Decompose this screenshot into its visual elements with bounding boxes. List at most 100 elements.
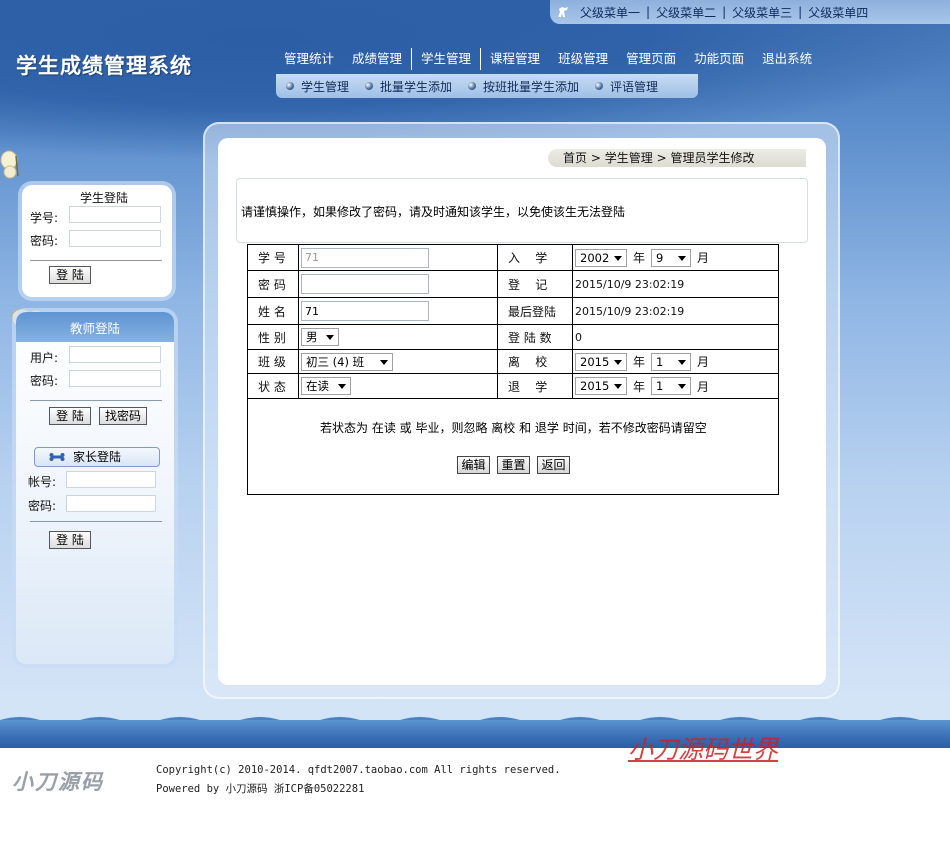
notice-box: 请谨慎操作，如果修改了密码，请及时通知该学生，以免使该生无法登陆 [236,178,808,243]
edit-button[interactable]: 编辑 [457,456,490,474]
name-label: 姓 名 [248,298,299,325]
student-login-title: 学生登陆 [80,191,129,205]
breadcrumb-current: 管理员学生修改 [670,151,755,165]
student-login-button[interactable]: 登 陆 [49,266,91,284]
student-id-cell: 71 [299,245,498,271]
nav-students[interactable]: 学生管理 [411,48,482,70]
student-login-box: 学生登陆 学号: 密码: 登 陆 [22,185,172,297]
name-cell: 71 [299,298,498,325]
student-password-label: 密码: [30,234,59,248]
top-menu-item-2[interactable]: 父级菜单二 [650,4,722,21]
student-password-input[interactable] [69,230,161,247]
footer-logo: 小刀源码 [12,769,104,794]
bone-icon [49,453,65,461]
status-select[interactable]: 在读 [301,377,351,395]
breadcrumb-separator: > [590,151,601,165]
parent-login-title: 家长登陆 [73,450,122,464]
enroll-year-value: 2002 [580,250,610,265]
parent-account-input[interactable] [66,471,156,488]
gender-select[interactable]: 男 [301,328,339,346]
subnav-label: 学生管理 [301,79,350,94]
chevron-down-icon [678,359,687,365]
subnav-class-batch-add[interactable]: 按班批量学生添加 [468,78,579,95]
year-unit: 年 [633,251,646,265]
name-field[interactable]: 71 [301,301,429,321]
nav-classes[interactable]: 班级管理 [549,48,617,70]
parent-password-input[interactable] [66,495,156,512]
teacher-user-input[interactable] [69,346,161,363]
last-login-label: 最后登陆 [498,298,573,325]
parent-login-tab[interactable]: 家长登陆 [34,447,160,467]
butterfly-icon [0,150,19,179]
drop-month-select[interactable]: 1 [651,377,692,395]
chevron-down-icon [380,359,388,365]
footer-copyright: Copyright(c) 2010-2014. qfdt2007.taobao.… [156,764,561,776]
chevron-down-icon [614,384,622,389]
month-unit: 月 [697,355,710,369]
month-unit: 月 [697,251,710,265]
site-title: 学生成绩管理系统 [16,54,192,78]
top-menu-item-1[interactable]: 父级菜单一 [574,4,646,21]
bullet-icon [365,82,374,90]
find-password-button[interactable]: 找密码 [99,407,147,425]
breadcrumb-separator: > [656,151,667,165]
chevron-down-icon [678,384,687,389]
teacher-login-button[interactable]: 登 陆 [49,407,91,425]
class-select[interactable]: 初三 (4) 班 [301,352,393,371]
parent-password-label: 密码: [28,499,57,513]
divider [30,260,162,261]
student-id-field[interactable]: 71 [301,247,429,268]
subnav-label: 评语管理 [610,79,659,94]
enroll-month-select[interactable]: 9 [651,248,692,267]
password-field[interactable] [301,274,429,294]
register-label: 登 记 [498,271,573,298]
nav-function-pages[interactable]: 功能页面 [685,48,753,70]
leave-year-select[interactable]: 2015 [575,352,627,371]
student-id-input[interactable] [69,206,161,223]
enroll-cell: 2002 年 9 月 [573,245,779,271]
year-unit: 年 [633,379,646,394]
gender-cell: 男 [299,325,498,350]
subnav-batch-add[interactable]: 批量学生添加 [365,78,452,95]
top-menu-item-4[interactable]: 父级菜单四 [802,4,874,21]
last-login-value: 2015/10/9 23:02:19 [573,298,779,325]
enroll-year-select[interactable]: 2002 [575,248,627,267]
bullet-icon [286,82,294,90]
password-cell [299,271,498,298]
drop-month-value: 1 [656,379,664,393]
nav-statistics[interactable]: 管理统计 [275,48,343,70]
subnav-comments[interactable]: 评语管理 [595,78,658,95]
student-edit-form: 学 号 71 入 学 2002 年 9 月 密 码 登 记 2015/10/9 … [247,244,779,495]
leave-year-value: 2015 [580,354,610,369]
reset-button[interactable]: 重置 [497,456,530,474]
parent-login-button[interactable]: 登 陆 [49,531,91,549]
horse-icon [558,7,568,17]
nav-grades[interactable]: 成绩管理 [343,48,411,70]
gender-value: 男 [306,330,318,344]
chevron-down-icon [338,384,346,389]
top-menu: 父级菜单一 | 父级菜单二 | 父级菜单三 | 父级菜单四 [550,0,950,24]
nav-admin-pages[interactable]: 管理页面 [617,48,685,70]
status-value: 在读 [306,379,329,393]
login-count-label: 登 陆 数 [498,325,573,350]
subnav-student-manage[interactable]: 学生管理 [286,78,349,95]
drop-year-select[interactable]: 2015 [575,377,627,395]
breadcrumb-section[interactable]: 学生管理 [605,151,653,165]
footer-powered-by: Powered by 小刀源码 浙ICP备05022281 [156,783,365,795]
teacher-password-input[interactable] [69,370,161,387]
class-value: 初三 (4) 班 [306,354,365,369]
student-id-label: 学号: [30,211,59,225]
breadcrumb-home[interactable]: 首页 [563,151,587,165]
month-unit: 月 [697,379,710,394]
leave-month-select[interactable]: 1 [651,352,692,371]
nav-courses[interactable]: 课程管理 [481,48,549,70]
chevron-down-icon [326,335,334,340]
nav-logout[interactable]: 退出系统 [753,48,821,70]
top-menu-item-3[interactable]: 父级菜单三 [726,4,798,21]
form-hint: 若状态为 在读 或 毕业，则忽略 离校 和 退学 时间，若不修改密码请留空 [320,421,707,435]
drop-cell: 2015 年 1 月 [573,374,779,399]
leave-label: 离 校 [498,350,573,374]
back-button[interactable]: 返回 [537,456,570,474]
drop-year-value: 2015 [580,379,610,393]
chevron-down-icon [614,359,622,365]
